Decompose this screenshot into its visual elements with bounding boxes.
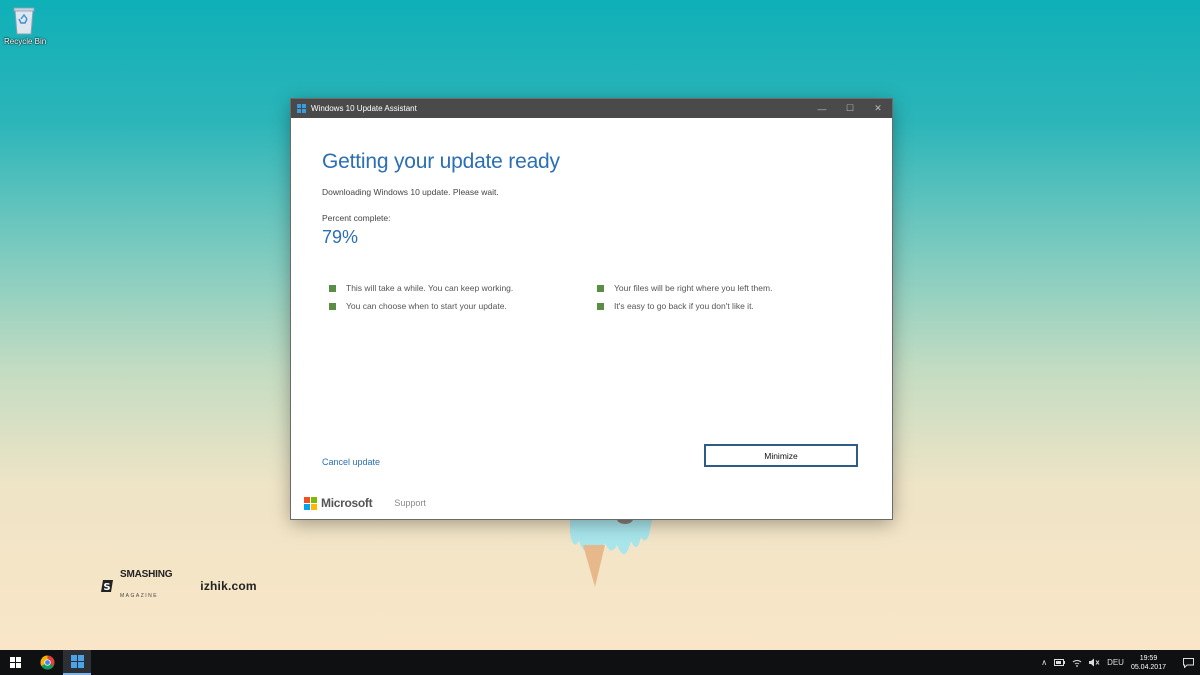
wifi-icon[interactable] [1072,658,1082,667]
title-bar[interactable]: Windows 10 Update Assistant — ☐ ✕ [291,99,892,118]
list-item: Your files will be right where you left … [597,283,857,293]
page-title: Getting your update ready [322,150,560,173]
percent-label: Percent complete: [322,213,391,223]
smashing-s-icon: S [101,579,113,593]
footer: Microsoft Support [304,496,426,510]
minimize-window-button[interactable]: — [808,99,836,118]
list-item: It's easy to go back if you don't like i… [597,301,857,311]
cancel-update-link[interactable]: Cancel update [322,457,380,467]
magazine-text: MAGAZINE [120,593,159,599]
windows-update-icon [70,655,84,668]
taskbar-update-assistant[interactable] [63,650,91,675]
support-link[interactable]: Support [394,498,426,508]
list-item-text: It's easy to go back if you don't like i… [614,301,754,311]
action-center-button[interactable] [1176,657,1200,668]
clock[interactable]: 19:59 05.04.2017 [1131,654,1166,672]
bullet-square-icon [329,284,336,292]
system-tray: ∧ DEU 19:59 05.04.2017 [1041,650,1200,675]
microsoft-logo-icon [304,496,317,510]
windows-logo-icon [297,104,306,113]
watermark: S SMASHING MAGAZINE izhik.com [100,570,257,601]
smashing-text: SMASHING [120,569,173,580]
list-item-text: Your files will be right where you left … [614,283,773,293]
chrome-icon [39,655,55,670]
start-button[interactable] [0,650,30,675]
site-text: izhik.com [200,578,257,593]
wallpaper-icecream-icon [570,515,653,587]
notification-icon [1182,657,1194,668]
taskbar: ∧ DEU 19:59 05.04.2017 [0,650,1200,675]
clock-time: 19:59 [1139,654,1158,662]
update-assistant-window: Windows 10 Update Assistant — ☐ ✕ Gettin… [291,99,892,519]
status-text: Downloading Windows 10 update. Please wa… [322,187,499,197]
windows-start-icon [9,657,21,668]
recycle-bin-shortcut[interactable]: Recycle Bin [4,5,47,46]
bullet-square-icon [329,302,336,310]
bullet-square-icon [597,302,604,310]
list-item: You can choose when to start your update… [329,301,597,311]
recycle-bin-label: Recycle Bin [4,37,47,46]
smashing-logo: S SMASHING MAGAZINE [100,570,172,601]
list-item-text: You can choose when to start your update… [346,301,507,311]
language-indicator[interactable]: DEU [1107,658,1124,667]
clock-date: 05.04.2017 [1130,663,1166,671]
maximize-window-button[interactable]: ☐ [836,99,864,118]
battery-icon[interactable] [1054,659,1066,666]
list-item-text: This will take a while. You can keep wor… [346,283,514,293]
close-window-button[interactable]: ✕ [864,99,892,118]
taskbar-chrome[interactable] [33,650,61,675]
window-title: Windows 10 Update Assistant [311,104,417,113]
volume-icon[interactable] [1089,658,1100,667]
percent-value: 79% [322,227,359,247]
show-hidden-icons-chevron-icon[interactable]: ∧ [1041,658,1047,667]
microsoft-brand: Microsoft [321,496,373,510]
bullet-square-icon [597,284,604,292]
info-list: This will take a while. You can keep wor… [329,283,849,311]
recycle-bin-icon [13,7,35,35]
minimize-button[interactable]: Minimize [704,444,858,467]
list-item: This will take a while. You can keep wor… [329,283,597,293]
svg-text:S: S [103,582,110,593]
